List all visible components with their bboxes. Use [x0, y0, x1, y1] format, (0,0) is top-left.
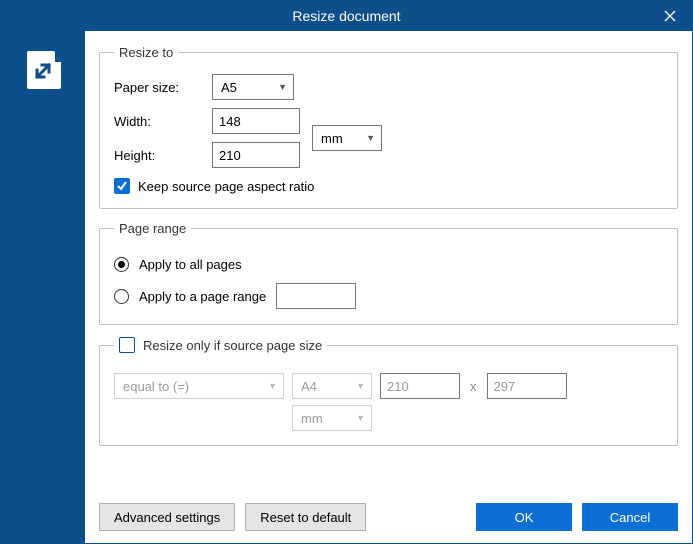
chevron-down-icon: ▼	[356, 381, 365, 391]
keep-aspect-label: Keep source page aspect ratio	[138, 179, 314, 194]
resize-to-group: Resize to Paper size: A5 ▼ Width: mm ▼	[99, 45, 678, 209]
page-range-group: Page range Apply to all pages Apply to a…	[99, 221, 678, 325]
height-label: Height:	[114, 148, 202, 163]
page-range-legend: Page range	[114, 221, 191, 236]
chevron-down-icon: ▼	[356, 413, 365, 423]
titlebar: Resize document	[1, 1, 692, 31]
condition-operator-select: equal to (=) ▼	[114, 373, 284, 399]
dialog-body: Resize to Paper size: A5 ▼ Width: mm ▼	[1, 31, 692, 543]
condition-operator-value: equal to (=)	[123, 379, 189, 394]
resize-icon	[21, 47, 65, 91]
condition-height-input	[487, 373, 567, 399]
apply-range-label: Apply to a page range	[139, 289, 266, 304]
condition-enable-checkbox[interactable]	[119, 337, 135, 353]
dialog-title: Resize document	[292, 8, 400, 24]
unit-select[interactable]: mm ▼	[312, 125, 382, 151]
condition-legend: Resize only if source page size	[114, 337, 327, 353]
page-range-input[interactable]	[276, 283, 356, 309]
condition-width-input	[380, 373, 460, 399]
condition-unit-select: mm ▼	[292, 405, 372, 431]
condition-group: Resize only if source page size equal to…	[99, 337, 678, 446]
cancel-button[interactable]: Cancel	[582, 503, 678, 531]
chevron-down-icon: ▼	[278, 82, 287, 92]
width-input[interactable]	[212, 108, 300, 134]
check-icon	[116, 180, 128, 192]
condition-unit-value: mm	[301, 411, 323, 426]
close-button[interactable]	[648, 1, 692, 31]
content-area: Resize to Paper size: A5 ▼ Width: mm ▼	[85, 31, 692, 543]
ok-button[interactable]: OK	[476, 503, 572, 531]
reset-to-default-button[interactable]: Reset to default	[245, 503, 366, 531]
chevron-down-icon: ▼	[366, 133, 375, 143]
condition-paper-value: A4	[301, 379, 317, 394]
chevron-down-icon: ▼	[268, 381, 277, 391]
width-label: Width:	[114, 114, 202, 129]
sidebar	[1, 31, 85, 543]
apply-all-label: Apply to all pages	[139, 257, 242, 272]
condition-paper-select: A4 ▼	[292, 373, 372, 399]
keep-aspect-checkbox[interactable]	[114, 178, 130, 194]
height-input[interactable]	[212, 142, 300, 168]
apply-all-radio[interactable]	[114, 257, 129, 272]
paper-size-label: Paper size:	[114, 80, 202, 95]
paper-size-select[interactable]: A5 ▼	[212, 74, 294, 100]
close-icon	[664, 10, 676, 22]
resize-document-dialog: Resize document Resize to Paper size:	[0, 0, 693, 544]
unit-value: mm	[321, 131, 343, 146]
button-row: Advanced settings Reset to default OK Ca…	[99, 503, 678, 531]
advanced-settings-button[interactable]: Advanced settings	[99, 503, 235, 531]
resize-to-legend: Resize to	[114, 45, 178, 60]
dimension-separator: x	[468, 379, 479, 394]
condition-legend-text: Resize only if source page size	[143, 338, 322, 353]
apply-range-radio[interactable]	[114, 289, 129, 304]
paper-size-value: A5	[221, 80, 237, 95]
